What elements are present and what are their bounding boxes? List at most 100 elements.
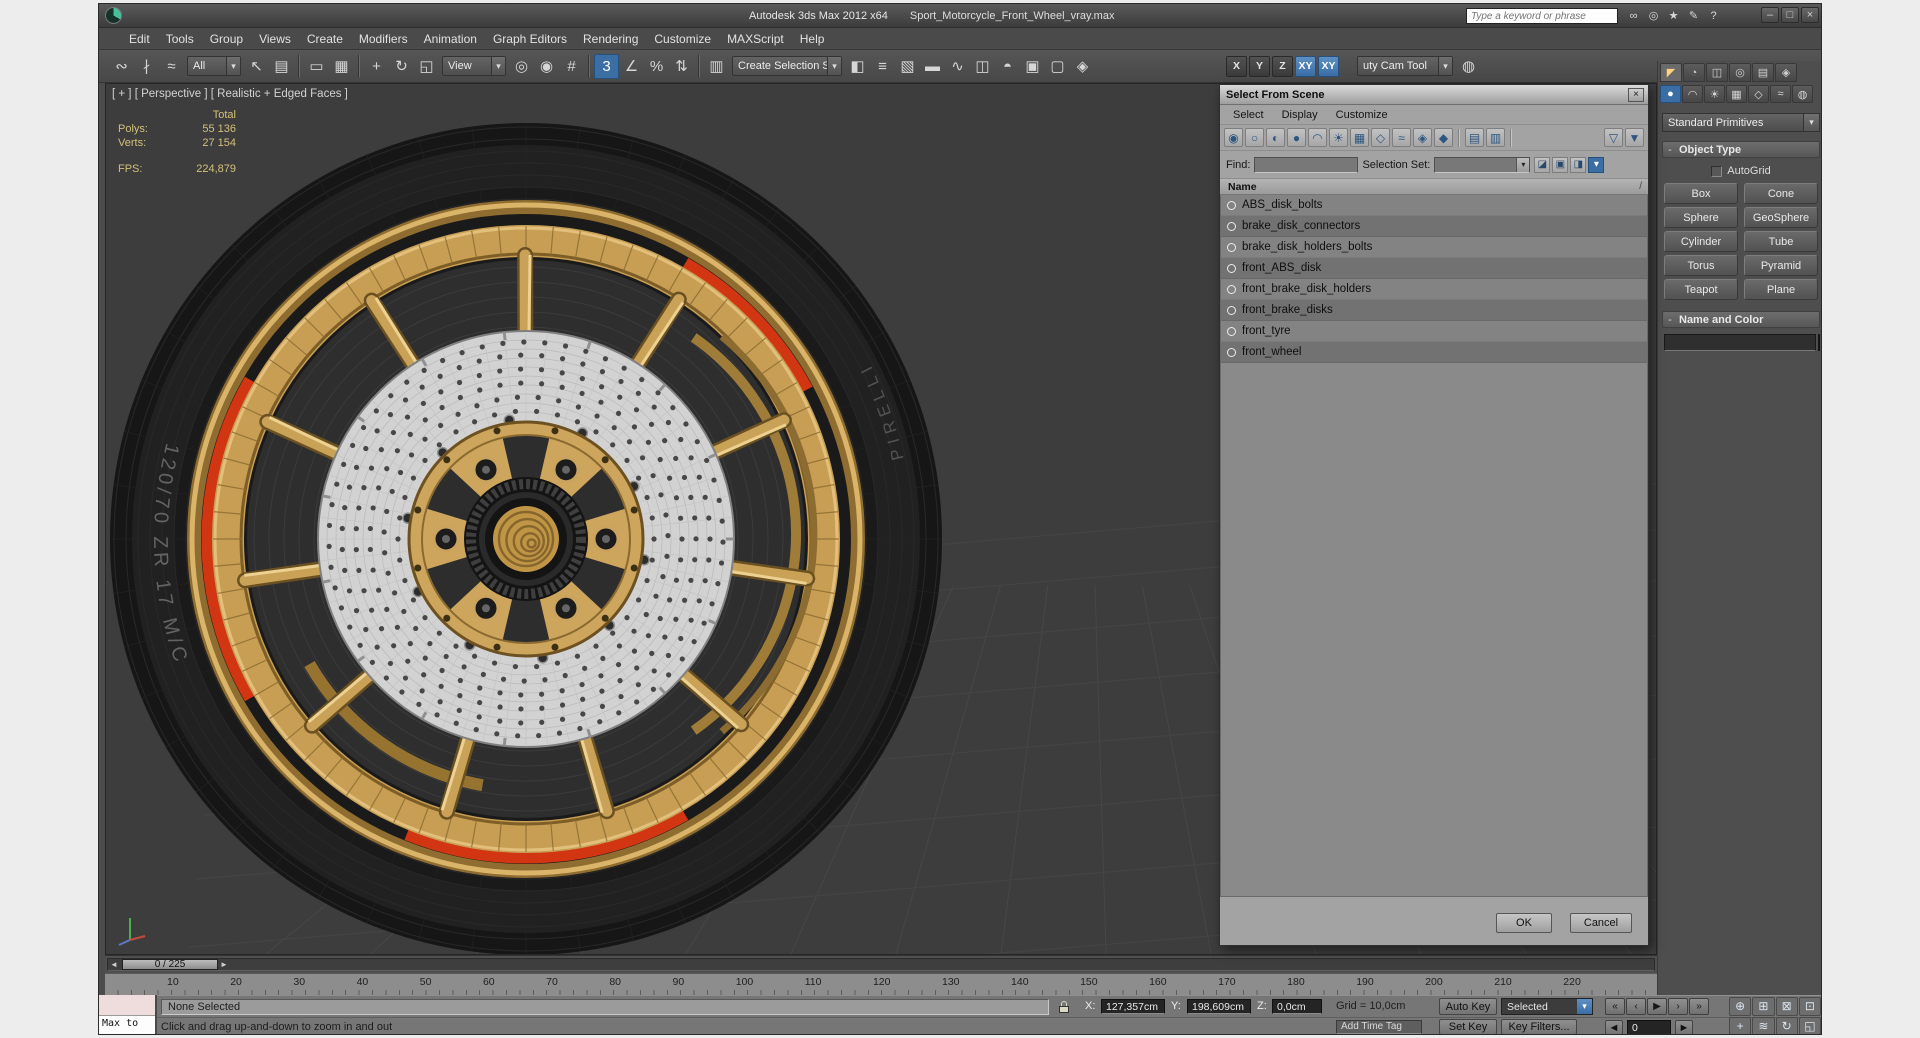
edit-favorites-icon[interactable]: ✎ [1685,7,1702,24]
percent-snap-icon[interactable]: % [644,54,669,79]
selection-set-add-icon[interactable]: ▣ [1552,156,1569,173]
object-type-geosphere-button[interactable]: GeoSphere [1744,207,1818,228]
sort-filter-icon[interactable]: ▽ [1604,128,1623,147]
scene-row[interactable]: front_ABS_disk [1221,258,1647,279]
coord-z-field[interactable]: 0,0cm [1272,999,1322,1014]
help-icon[interactable]: ? [1705,7,1722,24]
maximize-viewport-icon[interactable]: ◱ [1798,1016,1821,1034]
viewport-label[interactable]: [ + ] [ Perspective ] [ Realistic + Edge… [112,88,348,100]
zoom-icon[interactable]: ⊕ [1729,997,1752,1016]
selection-set-input[interactable] [1435,157,1517,172]
track-bar[interactable]: 10 20 30 40 50 60 70 80 90 100 110 120 130 140 150 160 1… [105,973,1657,995]
object-type-plane-button[interactable]: Plane [1744,279,1818,300]
scene-row[interactable]: front_brake_disk_holders [1221,279,1647,300]
key-filters-button[interactable]: Key Filters... [1501,1019,1577,1034]
menu-modifiers[interactable]: Modifiers [351,30,416,48]
create-tab[interactable]: ◤ [1660,63,1682,82]
time-slider-handle[interactable]: 0 / 225 [122,959,218,970]
rollout-collapse-icon[interactable]: - [1663,144,1677,156]
object-type-rollout[interactable]: - Object Type [1662,141,1820,158]
restrict-x-button[interactable]: X [1226,55,1247,77]
hierarchy-tab[interactable]: ◫ [1706,63,1728,82]
dialog-close-button[interactable]: × [1628,87,1644,102]
infocenter-search-input[interactable] [1466,8,1618,24]
display-lights-icon[interactable]: ☀ [1329,128,1348,147]
go-to-start-button[interactable]: « [1605,998,1625,1015]
select-and-scale-icon[interactable]: ◱ [414,54,439,79]
menu-tools[interactable]: Tools [158,30,202,48]
time-slider-next-icon[interactable]: ► [218,960,230,969]
selection-set-combo[interactable]: ▾ [1434,156,1531,173]
graphite-ribbon-icon[interactable]: ▬ [920,54,945,79]
select-and-link-icon[interactable]: ∾ [109,54,134,79]
display-invert-icon[interactable]: ◐ [1266,128,1285,147]
display-none-icon[interactable]: ○ [1245,128,1264,147]
reference-coordinate-dropdown[interactable]: View ▾ [442,56,506,76]
auto-key-button[interactable]: Auto Key [1439,998,1497,1015]
zoom-extents-icon[interactable]: ⊠ [1775,997,1798,1016]
render-production-icon[interactable]: ◈ [1070,54,1095,79]
display-tab[interactable]: ▤ [1752,63,1774,82]
primitive-category-dropdown[interactable]: Standard Primitives ▾ [1662,113,1820,132]
window-crossing-icon[interactable]: ▦ [329,54,354,79]
select-from-scene-dialog[interactable]: Select From Scene × Select Display Customi… [1219,84,1649,946]
play-button[interactable]: ▶ [1647,998,1667,1015]
dialog-menu-select[interactable]: Select [1224,109,1273,121]
cam-globe-icon[interactable]: ◍ [1456,54,1481,79]
name-column-header[interactable]: Name [1220,181,1639,193]
selection-set-arrow-icon[interactable]: ▾ [1516,157,1530,172]
object-type-sphere-button[interactable]: Sphere [1664,207,1738,228]
scene-list[interactable]: ABS_disk_bolts brake_disk_connectors brake… [1220,195,1648,897]
restrict-xy-button[interactable]: XY [1295,55,1316,77]
rectangular-selection-region-icon[interactable]: ▭ [304,54,329,79]
column-options-icon[interactable]: / [1639,181,1648,192]
zoom-all-icon[interactable]: ⊞ [1752,997,1775,1016]
menu-animation[interactable]: Animation [416,30,485,48]
utilities-tab[interactable]: ◈ [1775,63,1797,82]
mirror-icon[interactable]: ◧ [845,54,870,79]
go-to-end-button[interactable]: » [1689,998,1709,1015]
scene-row[interactable]: front_tyre [1221,321,1647,342]
display-all-icon[interactable]: ◉ [1224,128,1243,147]
object-type-pyramid-button[interactable]: Pyramid [1744,255,1818,276]
display-groups-icon[interactable]: ◈ [1413,128,1432,147]
object-color-swatch[interactable] [1818,334,1820,351]
display-geometry-icon[interactable]: ● [1287,128,1306,147]
geometry-subtab[interactable]: ● [1660,85,1681,103]
communication-center-icon[interactable]: ◎ [1645,7,1662,24]
walk-through-icon[interactable]: ≋ [1752,1016,1775,1034]
maximize-button[interactable]: □ [1781,7,1799,23]
schematic-view-icon[interactable]: ◫ [970,54,995,79]
reference-coordinate-dropdown-arrow-icon[interactable]: ▾ [491,57,505,75]
dialog-menu-customize[interactable]: Customize [1327,109,1397,121]
scene-row[interactable]: front_brake_disks [1221,300,1647,321]
beauty-cam-tool-dropdown-arrow-icon[interactable]: ▾ [1438,57,1452,75]
select-by-name-icon[interactable]: ▤ [269,54,294,79]
key-selection-dropdown[interactable]: Selected ▾ [1501,998,1593,1015]
infocenter-search-icon[interactable]: ∞ [1625,7,1642,24]
scene-row[interactable]: brake_disk_holders_bolts [1221,237,1647,258]
key-selection-arrow-icon[interactable]: ▾ [1577,999,1592,1014]
display-xrefs-icon[interactable]: ◆ [1434,128,1453,147]
beauty-cam-tool-dropdown[interactable]: uty Cam Tool ▾ [1357,56,1453,76]
display-shapes-icon[interactable]: ◠ [1308,128,1327,147]
current-frame-field[interactable] [1627,1020,1671,1034]
rendered-frame-window-icon[interactable]: ▢ [1045,54,1070,79]
object-type-torus-button[interactable]: Torus [1664,255,1738,276]
selection-filter-dropdown-arrow-icon[interactable]: ▾ [226,57,240,75]
menu-maxscript[interactable]: MAXScript [719,30,792,48]
menu-graph-editors[interactable]: Graph Editors [485,30,575,48]
edit-named-selections-icon[interactable]: ▥ [704,54,729,79]
curve-editor-icon[interactable]: ∿ [945,54,970,79]
systems-subtab[interactable]: ◍ [1792,85,1813,103]
ok-button[interactable]: OK [1496,913,1552,933]
selection-lock-toggle[interactable] [1057,1000,1071,1014]
minimize-button[interactable]: – [1761,7,1779,23]
dialog-menu-display[interactable]: Display [1273,109,1327,121]
scene-row[interactable]: front_wheel [1221,342,1647,363]
space-warps-subtab[interactable]: ≈ [1770,85,1791,103]
modify-tab[interactable]: ◔ [1683,63,1705,82]
align-icon[interactable]: ≡ [870,54,895,79]
add-time-tag-field[interactable]: Add Time Tag [1336,1020,1422,1034]
list-column-header[interactable]: Name / [1220,179,1648,195]
